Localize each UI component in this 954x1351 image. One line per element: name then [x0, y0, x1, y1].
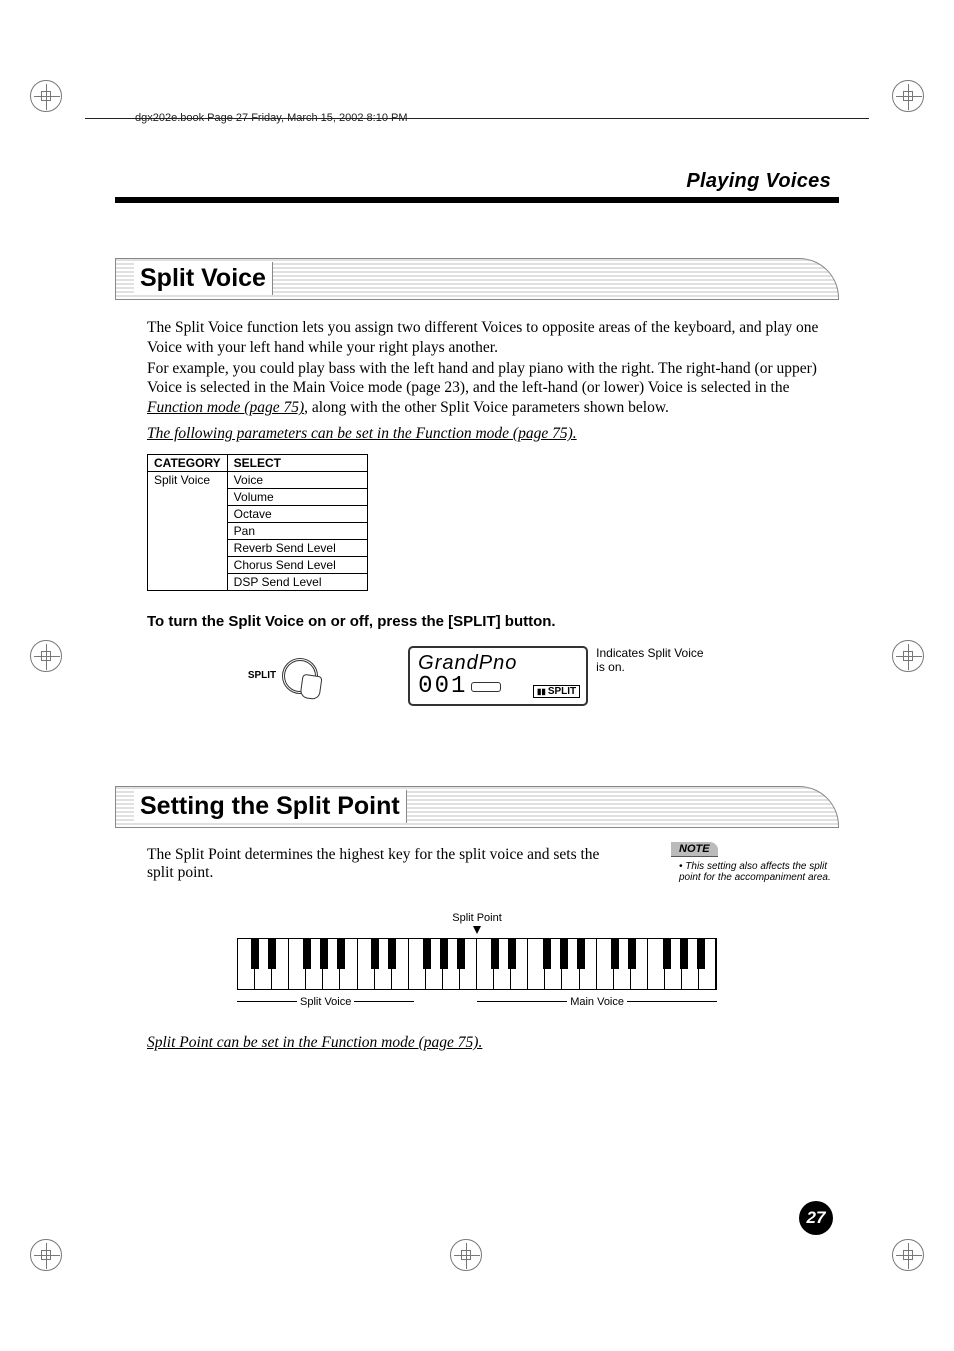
cell-select: Pan: [227, 522, 367, 539]
section-heading-bg: Split Voice: [115, 258, 839, 300]
page-number: 27: [799, 1201, 833, 1235]
crop-mark-icon: [892, 80, 924, 112]
paragraph: The Split Point determines the highest k…: [147, 846, 627, 882]
crop-mark-icon: [30, 640, 62, 672]
arrow-down-icon: [473, 926, 481, 934]
cell-select: Octave: [227, 505, 367, 522]
note-text: This setting also affects the split poin…: [671, 861, 841, 883]
note-label: NOTE: [671, 842, 718, 857]
crop-mark-icon: [892, 1239, 924, 1271]
keyboard-right-label: Main Voice: [477, 996, 717, 1008]
hand-icon: [300, 674, 323, 701]
split-point-label: Split Point: [237, 912, 717, 924]
cell-select: Chorus Send Level: [227, 556, 367, 573]
chapter-bar: [115, 197, 839, 203]
cell-select: DSP Send Level: [227, 573, 367, 590]
cell-select: Volume: [227, 488, 367, 505]
keyboard-diagram: [237, 938, 717, 990]
paragraph: The Split Voice function lets you assign…: [147, 318, 833, 358]
split-button-icon: [282, 658, 318, 694]
split-button-label: SPLIT: [248, 670, 276, 681]
col-header-select: SELECT: [227, 454, 367, 471]
lcd-number: 001: [418, 675, 467, 699]
chapter-title: Playing Voices: [115, 170, 831, 193]
paragraph: For example, you could play bass with th…: [147, 359, 833, 418]
keyboard-figure: Split Point Split Voice Main Voice: [237, 912, 717, 1008]
cell-category: Split Voice: [148, 471, 228, 590]
instruction-text: To turn the Split Voice on or off, press…: [147, 613, 839, 630]
lcd-caption: Indicates Split Voice is on.: [596, 646, 706, 674]
crop-mark-icon: [30, 80, 62, 112]
link-function-mode[interactable]: Function mode (page 75): [147, 399, 304, 416]
split-button-figure: SPLIT: [248, 658, 318, 694]
cell-select: Voice: [227, 471, 367, 488]
col-header-category: CATEGORY: [148, 454, 228, 471]
body-text: The Split Voice function lets you assign…: [147, 318, 833, 444]
text: , along with the other Split Voice param…: [304, 399, 669, 416]
lcd-split-indicator: ▮▮ SPLIT: [533, 685, 580, 698]
section-split-point: Setting the Split Point The Split Point …: [115, 786, 839, 1052]
lcd-display: GrandPno 001 ▮▮ SPLIT: [408, 646, 588, 706]
link-function-mode[interactable]: Split Point can be set in the Function m…: [147, 1034, 839, 1052]
keyboard-left-label: Split Voice: [237, 996, 414, 1008]
section-split-voice: Split Voice The Split Voice function let…: [115, 258, 839, 706]
parameters-table: CATEGORY SELECT Split Voice Voice Volume…: [147, 454, 368, 591]
cell-select: Reverb Send Level: [227, 539, 367, 556]
section-title: Split Voice: [134, 262, 273, 295]
crop-mark-icon: [450, 1239, 482, 1271]
doc-header: dgx202e.book Page 27 Friday, March 15, 2…: [135, 112, 408, 124]
crop-mark-icon: [30, 1239, 62, 1271]
label-text: Main Voice: [570, 996, 624, 1008]
note-box: NOTE This setting also affects the split…: [671, 842, 841, 883]
label-text: Split Voice: [300, 996, 351, 1008]
figure-row: SPLIT GrandPno 001 ▮▮ SPLIT: [115, 646, 839, 706]
crop-mark-icon: [892, 640, 924, 672]
lcd-split-text: SPLIT: [548, 686, 576, 697]
section-heading-bg: Setting the Split Point: [115, 786, 839, 828]
function-mode-note: The following parameters can be set in t…: [147, 424, 833, 444]
lcd-icon: [471, 682, 501, 692]
text: For example, you could play bass with th…: [147, 360, 817, 397]
lcd-voice-name: GrandPno: [418, 652, 578, 675]
section-title: Setting the Split Point: [134, 790, 407, 823]
